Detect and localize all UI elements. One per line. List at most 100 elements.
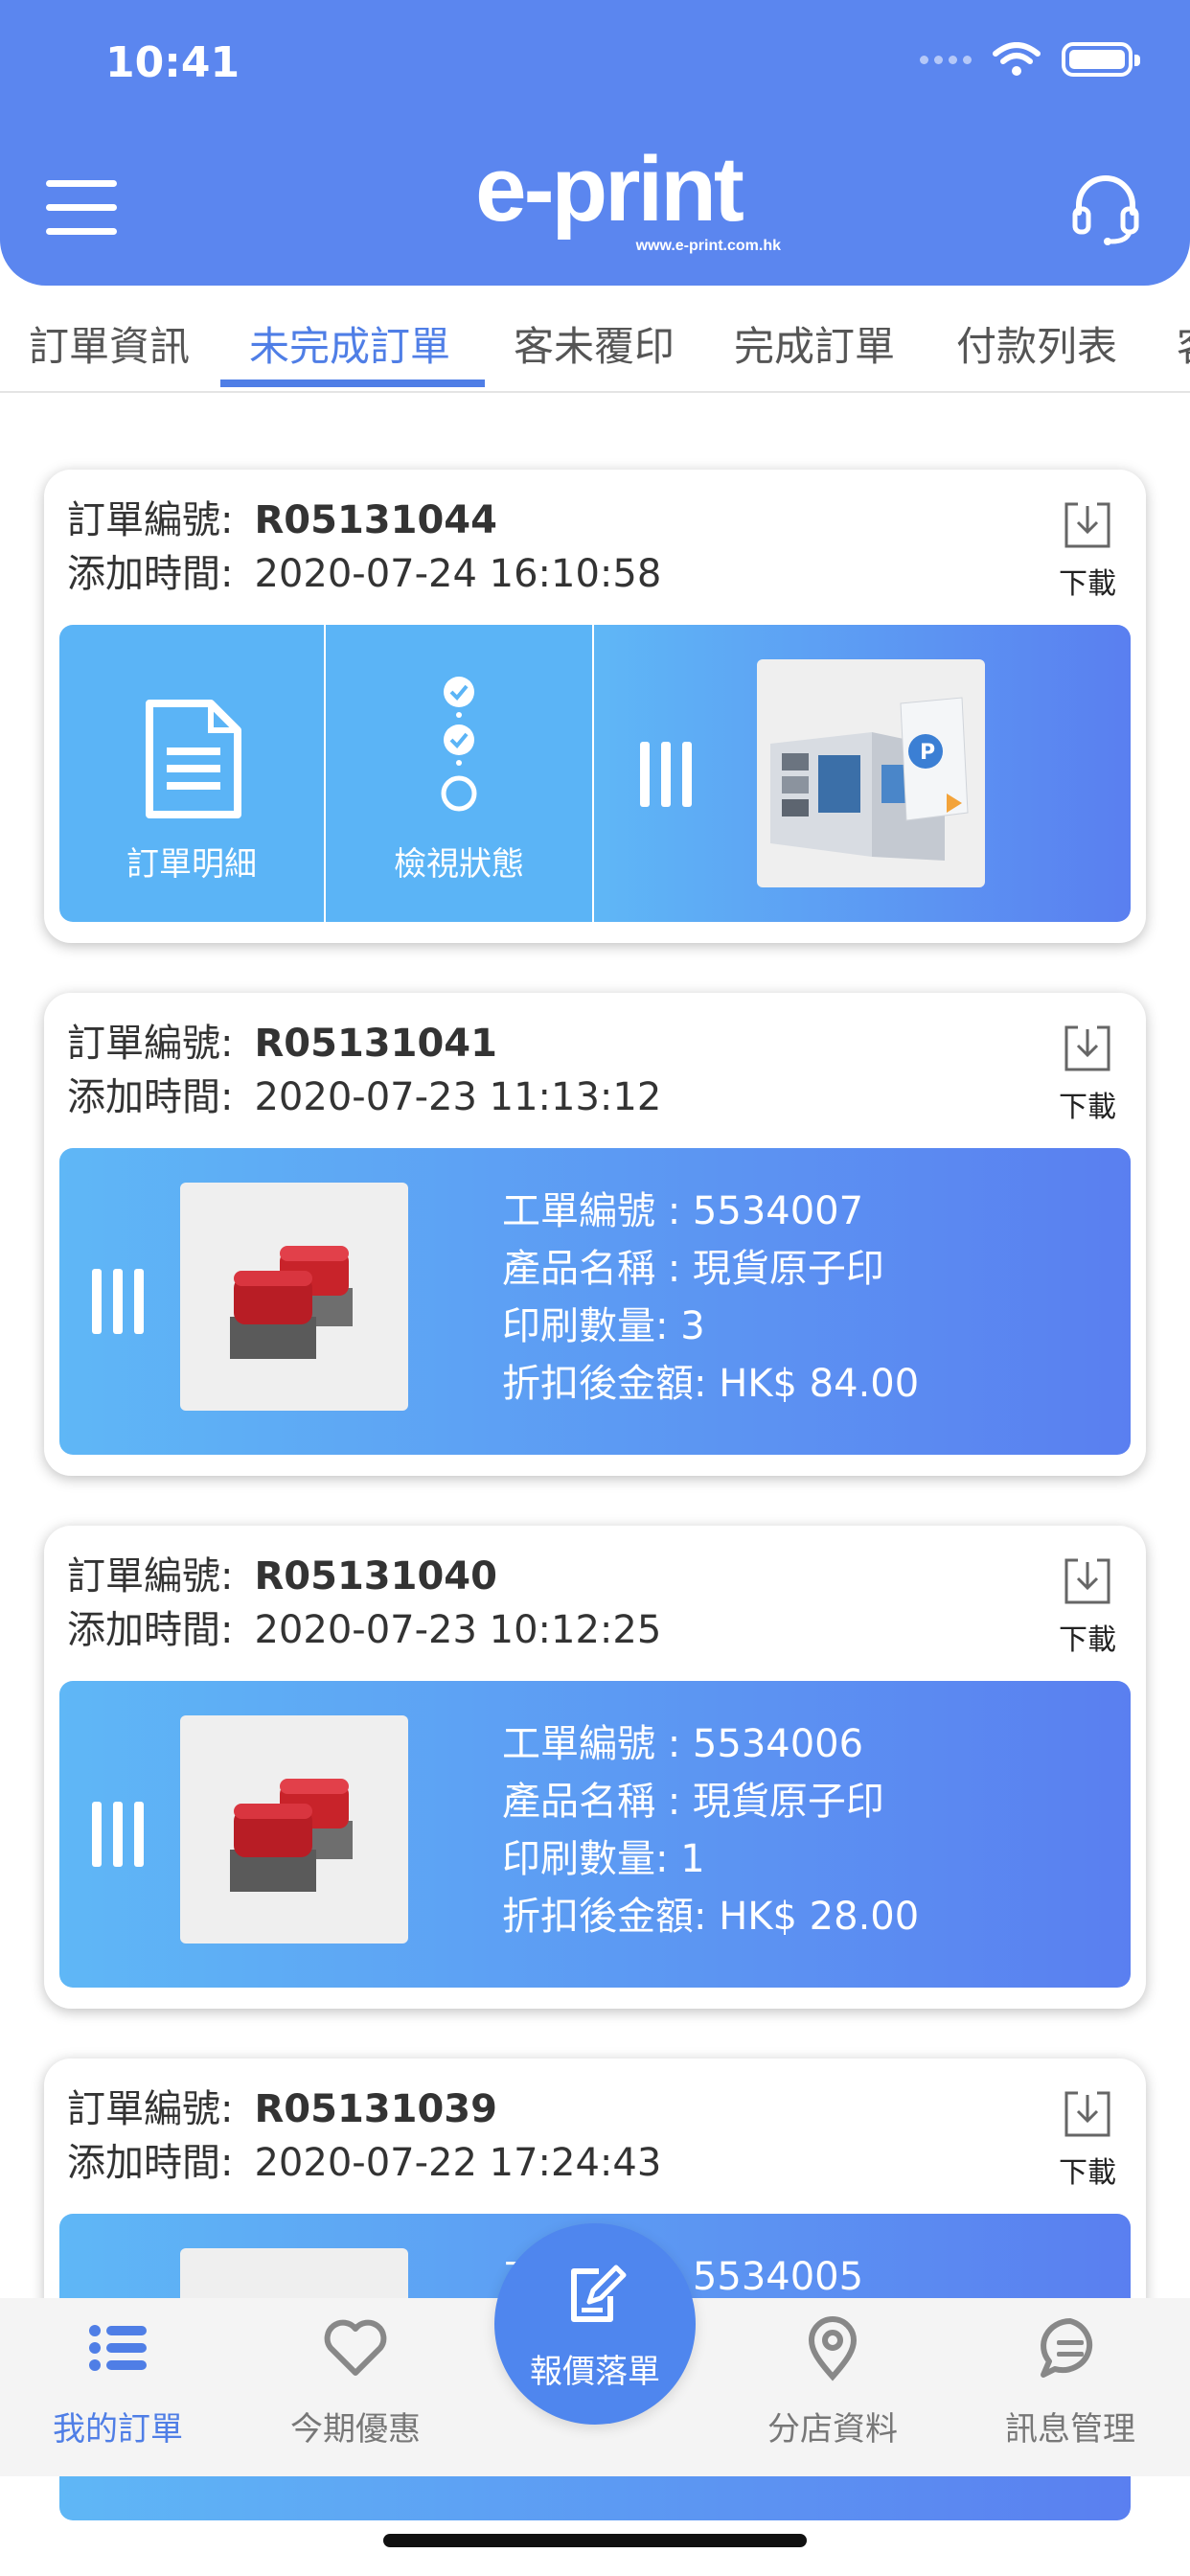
print-qty-value: 3 bbox=[680, 1304, 705, 1348]
menu-button[interactable] bbox=[46, 180, 117, 238]
nav-messages[interactable]: 訊息管理 bbox=[970, 2313, 1171, 2450]
logo-url: www.e-print.com.hk bbox=[635, 238, 781, 254]
nav-my-orders[interactable]: 我的訂單 bbox=[17, 2313, 218, 2450]
quote-order-button[interactable]: 報價落單 bbox=[494, 2223, 696, 2425]
print-qty-label: 印刷數量: bbox=[502, 1304, 669, 1348]
quote-order-label: 報價落單 bbox=[530, 2353, 660, 2391]
view-status-label: 檢視狀態 bbox=[394, 845, 524, 884]
product-name-value: 現貨原子印 bbox=[692, 1247, 884, 1291]
product-name-label: 產品名稱 : bbox=[502, 1780, 681, 1824]
tab-customer-not-reviewed[interactable]: 客未覆印 bbox=[514, 314, 675, 373]
list-icon bbox=[89, 2325, 147, 2371]
amount-value: HK$ 84.00 bbox=[719, 1362, 920, 1406]
order-action-panel: 訂單明細 檢視狀態 P bbox=[59, 625, 1131, 922]
download-label: 下載 bbox=[1059, 567, 1116, 601]
order-no-value: R05131041 bbox=[254, 1022, 497, 1066]
download-label: 下載 bbox=[1059, 2156, 1116, 2190]
added-time-value: 2020-07-23 10:12:25 bbox=[254, 1608, 662, 1652]
order-details-button[interactable]: 訂單明細 bbox=[59, 625, 324, 922]
work-no-value: 5534007 bbox=[692, 1189, 864, 1233]
product-thumbnail-stamp bbox=[180, 1715, 408, 1944]
chat-bubble-icon bbox=[1041, 2318, 1093, 2378]
order-tabs: 訂單資訊 未完成訂單 客未覆印 完成訂單 付款列表 客 bbox=[0, 288, 1190, 393]
print-qty-label: 印刷數量: bbox=[502, 1837, 669, 1881]
order-no-label: 訂單編號: bbox=[67, 2087, 234, 2131]
download-button[interactable]: 下載 bbox=[1054, 498, 1121, 602]
tab-customer-partial[interactable]: 客 bbox=[1177, 314, 1190, 373]
drag-handle-icon[interactable] bbox=[640, 742, 694, 807]
order-no-label: 訂單編號: bbox=[67, 1022, 234, 1066]
amount-value: HK$ 28.00 bbox=[719, 1895, 920, 1939]
status-icons bbox=[920, 42, 1140, 77]
product-thumbnail-brochure: P bbox=[757, 659, 985, 887]
added-time-value: 2020-07-24 16:10:58 bbox=[254, 552, 662, 596]
product-preview-area[interactable]: P bbox=[594, 625, 1131, 922]
nav-promotions[interactable]: 今期優惠 bbox=[255, 2313, 456, 2450]
download-button[interactable]: 下載 bbox=[1054, 2087, 1121, 2191]
nav-branches[interactable]: 分店資料 bbox=[732, 2313, 933, 2450]
location-pin-icon bbox=[808, 2316, 858, 2381]
download-icon bbox=[1064, 1558, 1110, 1604]
logo-text: e-print bbox=[475, 138, 744, 241]
headset-support-icon[interactable] bbox=[1067, 171, 1144, 247]
order-card[interactable]: 訂單編號: R05131041 添加時間: 2020-07-23 11:13:12 … bbox=[44, 993, 1146, 1476]
nav-promotions-label: 今期優惠 bbox=[290, 2410, 421, 2449]
nav-my-orders-label: 我的訂單 bbox=[53, 2410, 183, 2449]
drag-handle-icon[interactable] bbox=[92, 1802, 146, 1867]
svg-text:P: P bbox=[920, 741, 935, 765]
download-button[interactable]: 下載 bbox=[1054, 1022, 1121, 1125]
order-no-value: R05131044 bbox=[254, 498, 497, 542]
download-button[interactable]: 下載 bbox=[1054, 1554, 1121, 1658]
wifi-icon bbox=[993, 42, 1041, 76]
eprint-logo: e-print www.e-print.com.hk bbox=[436, 142, 781, 257]
order-card[interactable]: 訂單編號: R05131044 添加時間: 2020-07-24 16:10:58 … bbox=[44, 470, 1146, 943]
amount-label: 折扣後金額: bbox=[502, 1362, 707, 1406]
order-card[interactable]: 訂單編號: R05131040 添加時間: 2020-07-23 10:12:25 … bbox=[44, 1526, 1146, 2009]
download-icon bbox=[1064, 2091, 1110, 2137]
tab-incomplete-orders[interactable]: 未完成訂單 bbox=[249, 314, 450, 373]
order-no-value: R05131039 bbox=[254, 2087, 497, 2131]
work-no-value: 5534006 bbox=[692, 1722, 864, 1766]
order-details-label: 訂單明細 bbox=[126, 845, 257, 884]
download-icon bbox=[1064, 502, 1110, 548]
download-label: 下載 bbox=[1059, 1623, 1116, 1657]
app-header: 10:41 e-print www.e-print.com.hk bbox=[0, 0, 1190, 286]
product-name-value: 現貨原子印 bbox=[692, 1780, 884, 1824]
added-time-label: 添加時間: bbox=[67, 552, 234, 596]
work-order-panel[interactable]: 工單編號 : 5534006 產品名稱 : 現貨原子印 印刷數量: 1 折扣後金… bbox=[59, 1681, 1131, 1988]
document-icon bbox=[146, 700, 241, 818]
download-icon bbox=[1064, 1025, 1110, 1071]
status-time: 10:41 bbox=[105, 38, 240, 87]
nav-branches-label: 分店資料 bbox=[767, 2410, 898, 2449]
heart-icon bbox=[324, 2319, 387, 2376]
edit-icon bbox=[571, 2265, 627, 2322]
view-status-button[interactable]: 檢視狀態 bbox=[326, 625, 592, 922]
amount-label: 折扣後金額: bbox=[502, 1895, 707, 1939]
work-order-panel[interactable]: 工單編號 : 5534007 產品名稱 : 現貨原子印 印刷數量: 3 折扣後金… bbox=[59, 1148, 1131, 1455]
active-tab-indicator bbox=[220, 380, 485, 387]
battery-icon bbox=[1062, 42, 1140, 77]
work-no-label: 工單編號 : bbox=[502, 1722, 681, 1766]
added-time-label: 添加時間: bbox=[67, 1075, 234, 1119]
download-label: 下載 bbox=[1059, 1091, 1116, 1124]
tab-order-info[interactable]: 訂單資訊 bbox=[29, 314, 190, 373]
status-steps-icon bbox=[441, 677, 477, 812]
home-indicator bbox=[383, 2534, 807, 2547]
product-name-label: 產品名稱 : bbox=[502, 1247, 681, 1291]
tab-payment-list[interactable]: 付款列表 bbox=[956, 314, 1117, 373]
order-no-value: R05131040 bbox=[254, 1554, 497, 1598]
added-time-label: 添加時間: bbox=[67, 1608, 234, 1652]
print-qty-value: 1 bbox=[680, 1837, 705, 1881]
added-time-value: 2020-07-23 11:13:12 bbox=[254, 1075, 662, 1119]
work-no-value: 5534005 bbox=[692, 2255, 864, 2299]
order-no-label: 訂單編號: bbox=[67, 498, 234, 542]
drag-handle-icon[interactable] bbox=[92, 1269, 146, 1334]
product-thumbnail-stamp bbox=[180, 1183, 408, 1411]
signal-icon bbox=[920, 55, 972, 64]
tab-completed-orders[interactable]: 完成訂單 bbox=[734, 314, 895, 373]
work-no-label: 工單編號 : bbox=[502, 1189, 681, 1233]
added-time-label: 添加時間: bbox=[67, 2141, 234, 2185]
nav-messages-label: 訊息管理 bbox=[1005, 2410, 1135, 2449]
order-no-label: 訂單編號: bbox=[67, 1554, 234, 1598]
added-time-value: 2020-07-22 17:24:43 bbox=[254, 2141, 662, 2185]
